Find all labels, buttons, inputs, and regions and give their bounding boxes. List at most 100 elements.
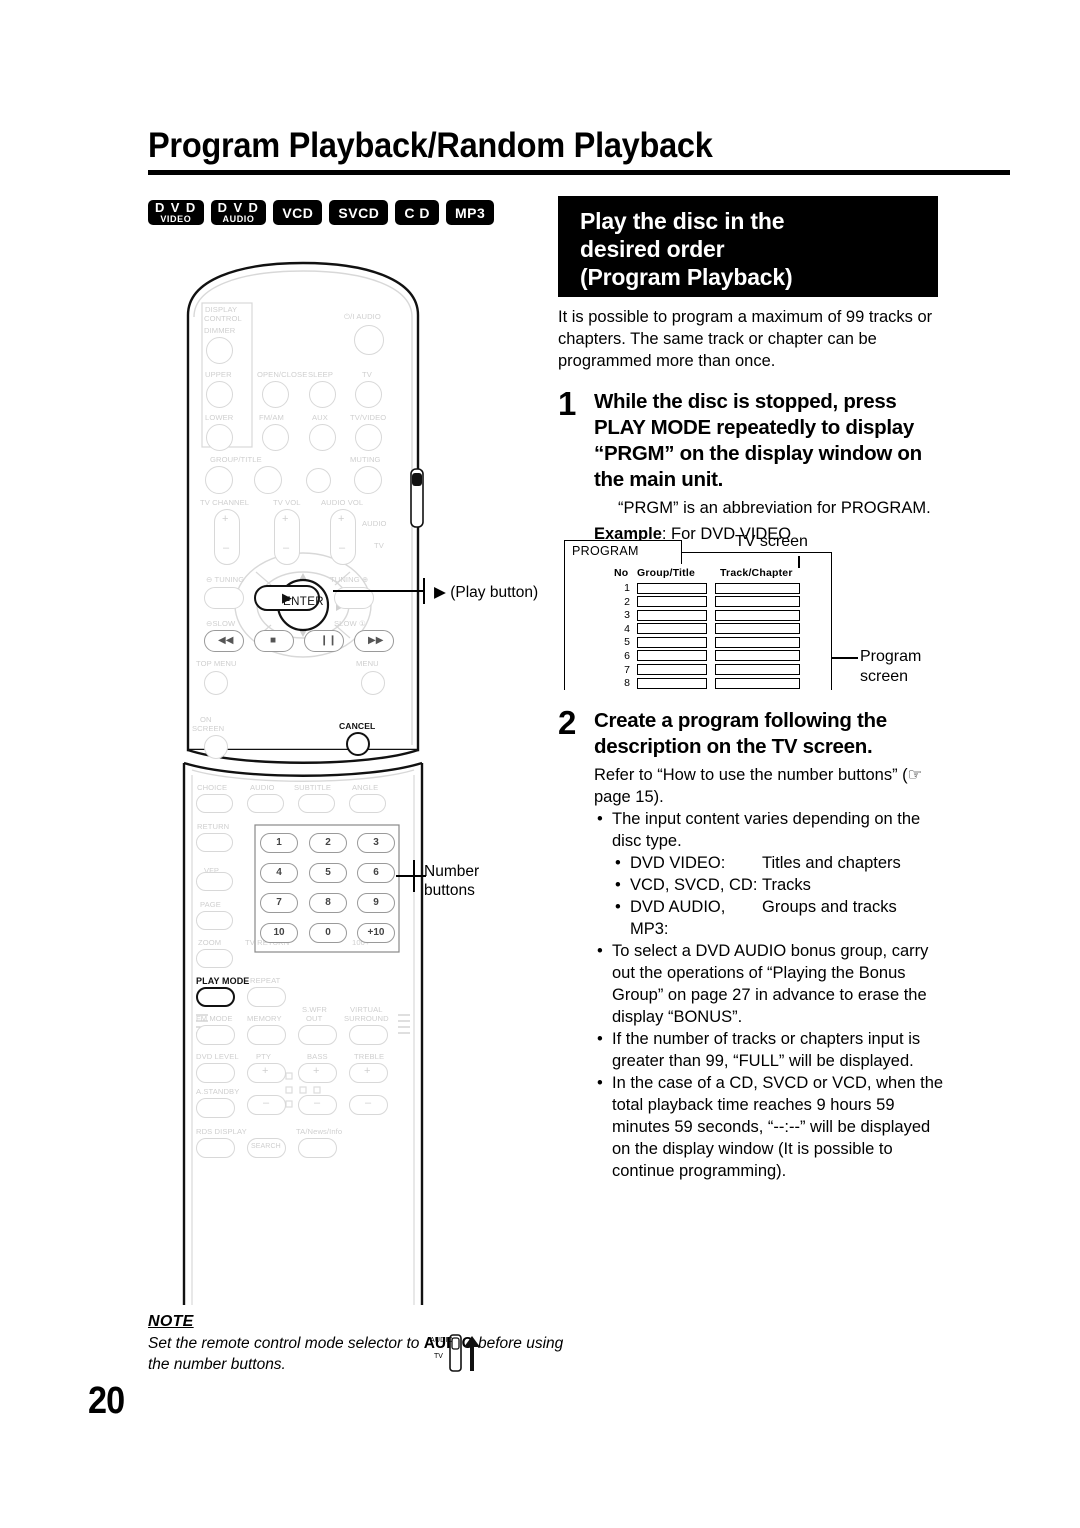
lower-button[interactable] xyxy=(206,424,233,451)
number-label-0: 0 xyxy=(325,927,331,938)
tv-video-button[interactable] xyxy=(355,424,382,451)
angle-button[interactable] xyxy=(349,794,386,813)
tv-screen-label: TV screen xyxy=(735,533,808,550)
minus-icon: – xyxy=(263,1097,270,1109)
cell-group-title xyxy=(637,664,707,676)
repeat-button[interactable] xyxy=(247,987,286,1007)
zoom-button[interactable] xyxy=(196,949,233,968)
subtitle-button[interactable] xyxy=(298,794,335,813)
fm-mode-button[interactable] xyxy=(196,1025,235,1045)
return-button[interactable] xyxy=(196,833,233,852)
label-fm-mode: FM MODE xyxy=(196,1014,233,1023)
intro-paragraph: It is possible to program a maximum of 9… xyxy=(558,308,933,370)
number-label-6: 6 xyxy=(373,867,379,878)
badge-line1: MP3 xyxy=(454,204,486,221)
banner-line-3: (Program Playback) xyxy=(580,264,793,290)
skip-back-button[interactable] xyxy=(205,466,233,494)
swfr-out-button[interactable] xyxy=(298,1025,337,1045)
on-screen-button[interactable] xyxy=(204,735,228,759)
label-dvd-level: DVD LEVEL xyxy=(196,1052,239,1061)
disc-type-sublist: DVD VIDEO: Titles and chapters VCD, SVCD,… xyxy=(612,852,950,940)
list-item: DVD AUDIO, MP3: Groups and tracks xyxy=(612,896,950,940)
ta-news-info-button[interactable] xyxy=(298,1138,337,1158)
row-number: 4 xyxy=(624,622,630,635)
figure-tab-label: PROGRAM xyxy=(572,544,639,558)
selector-label-audio: AUDIO xyxy=(430,1337,454,1344)
choice-button[interactable] xyxy=(196,794,233,813)
figure-tab-slant xyxy=(674,540,700,564)
number-label-9: 9 xyxy=(373,897,379,908)
rds-display-button[interactable] xyxy=(196,1138,235,1158)
label-ta-news-info: TA/News/Info xyxy=(296,1127,343,1136)
upper-button[interactable] xyxy=(206,381,233,408)
disc-key: DVD AUDIO, MP3: xyxy=(630,898,726,938)
cell-track-chapter xyxy=(715,636,800,648)
a-standby-button[interactable] xyxy=(196,1098,235,1118)
number-label-3: 3 xyxy=(373,837,379,848)
top-menu-button[interactable] xyxy=(204,671,228,695)
memory-button[interactable] xyxy=(247,1025,286,1045)
note-text-a: Set the remote control mode selector to xyxy=(148,1335,424,1352)
label-menu: MENU xyxy=(356,659,379,668)
program-screen-label-line1: Program xyxy=(860,648,922,665)
label-selector-audio: AUDIO xyxy=(362,519,387,528)
label-virtual: VIRTUAL xyxy=(350,1005,383,1014)
row-number: 8 xyxy=(624,677,630,690)
banner-line-2: desired order xyxy=(580,236,725,262)
minus-icon: – xyxy=(283,542,290,554)
badge-line1: D V D xyxy=(217,200,260,215)
tv-power-button[interactable] xyxy=(355,381,382,408)
table-row: 7 xyxy=(614,664,800,676)
return-circle-button[interactable] xyxy=(306,468,331,493)
badge-dvd-audio: D V D AUDIO xyxy=(210,200,267,225)
plus-icon: + xyxy=(313,1065,320,1077)
label-slow-minus: ⊖SLOW xyxy=(206,619,236,628)
enter-button-label[interactable]: ENTER xyxy=(283,596,324,608)
skip-forward-button[interactable] xyxy=(254,466,282,494)
sleep-button[interactable] xyxy=(309,381,336,408)
disc-value: Titles and chapters xyxy=(762,854,901,872)
aux-button[interactable] xyxy=(309,424,336,451)
dimmer-button[interactable] xyxy=(206,337,233,364)
label-audio-vol: AUDIO VOL xyxy=(321,498,364,507)
label-control: CONTROL xyxy=(204,314,242,323)
row-number: 1 xyxy=(624,582,630,594)
dvd-level-button[interactable] xyxy=(196,1063,235,1083)
list-item: In the case of a CD, SVCD or VCD, when t… xyxy=(594,1072,950,1182)
step-1-title: While the disc is stopped, press PLAY MO… xyxy=(594,390,922,491)
label-search: SEARCH xyxy=(251,1143,281,1150)
vfp-button[interactable] xyxy=(196,872,233,891)
table-row: 2 xyxy=(614,596,800,608)
label-group-title: GROUP/TITLE xyxy=(210,455,262,464)
cell-track-chapter xyxy=(715,677,800,689)
table-row: 6 xyxy=(614,650,800,662)
program-screen-label: Program screen xyxy=(860,647,921,687)
label-a-standby: A.STANDBY xyxy=(196,1087,240,1096)
badge-line1: D V D xyxy=(155,200,197,215)
label-tv-channel: TV CHANNEL xyxy=(200,498,250,507)
play-mode-button[interactable] xyxy=(196,987,235,1007)
label-tuning-plus: TUNING ⊕ xyxy=(330,575,369,584)
muting-button[interactable] xyxy=(354,466,382,494)
menu-button[interactable] xyxy=(361,671,385,695)
label-cancel: CANCEL xyxy=(339,721,376,731)
step-1-number: 1 xyxy=(558,385,577,422)
standby-audio-button[interactable] xyxy=(354,325,384,355)
audio-button[interactable] xyxy=(247,794,284,813)
instructions-column: It is possible to program a maximum of 9… xyxy=(558,306,950,545)
label-slow-plus: SLOW ① xyxy=(334,619,366,628)
virtual-surround-button[interactable] xyxy=(349,1025,388,1045)
page-button[interactable] xyxy=(196,911,233,930)
tuning-down-button[interactable] xyxy=(204,587,244,609)
number-buttons-callout-line xyxy=(396,875,426,877)
open-close-button[interactable] xyxy=(262,381,289,408)
badge-line1: SVCD xyxy=(338,204,380,221)
cancel-button[interactable] xyxy=(346,732,370,756)
plus-icon: + xyxy=(364,1065,371,1077)
step-2-bullets: The input content varies depending on th… xyxy=(594,808,950,1182)
label-surround: SURROUND xyxy=(344,1014,389,1023)
number-label-7: 7 xyxy=(276,897,282,908)
fm-am-button[interactable] xyxy=(262,424,289,451)
cell-group-title xyxy=(637,636,707,648)
row-number: 3 xyxy=(624,609,630,622)
